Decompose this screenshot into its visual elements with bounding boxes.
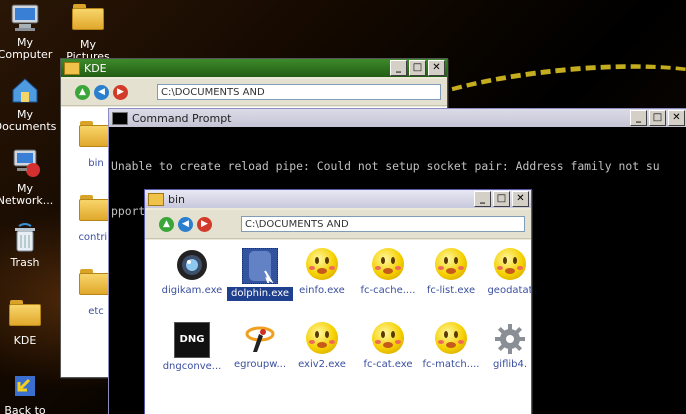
bin-window[interactable]: bin _ □ ✕ ▲ ◀ ▶ C:\DOCUMENTS AND digikam… bbox=[144, 189, 532, 414]
smiley-icon bbox=[305, 322, 339, 356]
maximize-button[interactable]: □ bbox=[409, 60, 426, 76]
file-item-dolphin[interactable]: dolphin.exe bbox=[227, 248, 293, 301]
folder-icon bbox=[79, 195, 111, 221]
file-label: einfo.exe bbox=[299, 285, 345, 296]
file-label: dngconve... bbox=[162, 361, 222, 372]
kde-toolbar: ▲ ◀ ▶ C:\DOCUMENTS AND bbox=[61, 79, 447, 106]
desktop-icon-my-network[interactable]: My Network... bbox=[0, 148, 60, 207]
trash-icon bbox=[9, 222, 41, 254]
bin-toolbar: ▲ ◀ ▶ C:\DOCUMENTS AND bbox=[145, 210, 531, 239]
desktop-background: My Computer My Pictures My Documents My … bbox=[0, 0, 686, 414]
up-button[interactable]: ▲ bbox=[75, 85, 90, 100]
minimize-button[interactable]: _ bbox=[630, 110, 647, 126]
kde-address-bar[interactable]: C:\DOCUMENTS AND bbox=[157, 84, 441, 100]
file-item-einfo[interactable]: einfo.exe bbox=[289, 248, 355, 297]
bin-window-titlebar[interactable]: bin _ □ ✕ bbox=[145, 190, 531, 208]
up-button[interactable]: ▲ bbox=[159, 217, 174, 232]
file-label: fc-cache.... bbox=[360, 285, 416, 296]
close-button[interactable]: ✕ bbox=[668, 110, 685, 126]
folder-icon bbox=[79, 121, 111, 147]
folder-icon bbox=[79, 269, 111, 295]
file-item-dngconverter[interactable]: DNG dngconve... bbox=[159, 322, 225, 373]
file-label: giflib4. bbox=[492, 359, 528, 370]
file-label: egroupw... bbox=[234, 359, 286, 370]
file-label: geodatat bbox=[487, 285, 531, 296]
desktop-icon-trash[interactable]: Trash bbox=[0, 222, 60, 269]
close-button[interactable]: ✕ bbox=[428, 60, 445, 76]
file-item-fc-cache[interactable]: fc-cache.... bbox=[355, 248, 421, 297]
close-button[interactable]: ✕ bbox=[512, 191, 529, 207]
smiley-icon bbox=[434, 322, 468, 356]
dng-icon: DNG bbox=[174, 322, 210, 358]
my-network-icon bbox=[9, 148, 41, 180]
file-item-exiv2[interactable]: exiv2.exe bbox=[289, 322, 355, 371]
minimize-button[interactable]: _ bbox=[474, 191, 491, 207]
smiley-icon bbox=[434, 248, 468, 282]
kde-folder-icon bbox=[9, 300, 41, 332]
file-item-fc-match[interactable]: fc-match.... bbox=[418, 322, 484, 371]
my-documents-icon bbox=[9, 74, 41, 106]
file-item-fc-cat[interactable]: fc-cat.exe bbox=[355, 322, 421, 371]
bin-window-title: bin bbox=[168, 192, 186, 206]
file-item-egroupware[interactable]: egroupw... bbox=[227, 322, 293, 371]
file-item-giflib[interactable]: giflib4. bbox=[477, 322, 531, 371]
my-pictures-folder-icon bbox=[72, 4, 104, 36]
file-label: fc-match.... bbox=[422, 359, 480, 370]
kde-window-titlebar[interactable]: KDE _ □ ✕ bbox=[61, 59, 447, 77]
desktop-icon-label: My Network... bbox=[0, 182, 54, 207]
desktop-icon-label: Trash bbox=[10, 256, 40, 269]
file-item-geodatat[interactable]: geodatat bbox=[477, 248, 531, 297]
bin-address-bar[interactable]: C:\DOCUMENTS AND bbox=[241, 216, 525, 232]
back-button[interactable]: ◀ bbox=[178, 217, 193, 232]
desktop-icon-label: Back to bbox=[4, 404, 46, 414]
desktop-icon-back-to[interactable]: Back to bbox=[0, 370, 60, 414]
desktop-icon-my-computer[interactable]: My Computer bbox=[0, 2, 60, 61]
my-computer-icon bbox=[9, 2, 41, 34]
gear-icon bbox=[493, 322, 527, 356]
desktop-icon-my-pictures[interactable]: My Pictures bbox=[53, 0, 123, 63]
command-prompt-titlebar[interactable]: Command Prompt _ □ ✕ bbox=[109, 109, 686, 127]
dolphin-icon bbox=[242, 248, 278, 286]
smiley-icon bbox=[305, 248, 339, 282]
smiley-icon bbox=[371, 322, 405, 356]
maximize-button[interactable]: □ bbox=[493, 191, 510, 207]
file-label: exiv2.exe bbox=[298, 359, 346, 370]
digikam-lens-icon bbox=[175, 248, 209, 282]
console-icon bbox=[112, 111, 128, 125]
smiley-icon bbox=[493, 248, 527, 282]
desktop-icon-label: KDE bbox=[13, 334, 37, 347]
desktop-icon-label: My Documents bbox=[0, 108, 57, 133]
forward-button[interactable]: ▶ bbox=[113, 85, 128, 100]
back-to-icon bbox=[9, 370, 41, 402]
console-line: Unable to create reload pipe: Could not … bbox=[111, 159, 660, 173]
minimize-button[interactable]: _ bbox=[390, 60, 407, 76]
forward-button[interactable]: ▶ bbox=[197, 217, 212, 232]
file-label: fc-list.exe bbox=[426, 285, 476, 296]
folder-icon bbox=[148, 192, 164, 206]
file-label: fc-cat.exe bbox=[363, 359, 413, 370]
maximize-button[interactable]: □ bbox=[649, 110, 666, 126]
egroupware-icon bbox=[243, 322, 277, 356]
kde-window-title: KDE bbox=[84, 61, 107, 75]
smiley-icon bbox=[371, 248, 405, 282]
bin-file-pane: digikam.exe dolphin.exe einfo.exe fc-cac… bbox=[145, 240, 531, 414]
desktop-icon-label: My Computer bbox=[0, 36, 53, 61]
command-prompt-title: Command Prompt bbox=[132, 111, 232, 125]
desktop-icon-my-documents[interactable]: My Documents bbox=[0, 74, 60, 133]
back-button[interactable]: ◀ bbox=[94, 85, 109, 100]
desktop-icon-kde[interactable]: KDE bbox=[0, 296, 60, 347]
file-item-fc-list[interactable]: fc-list.exe bbox=[418, 248, 484, 297]
file-label: digikam.exe bbox=[161, 285, 223, 296]
file-item-digikam[interactable]: digikam.exe bbox=[159, 248, 225, 297]
folder-icon bbox=[64, 61, 80, 75]
file-label: dolphin.exe bbox=[227, 287, 293, 301]
